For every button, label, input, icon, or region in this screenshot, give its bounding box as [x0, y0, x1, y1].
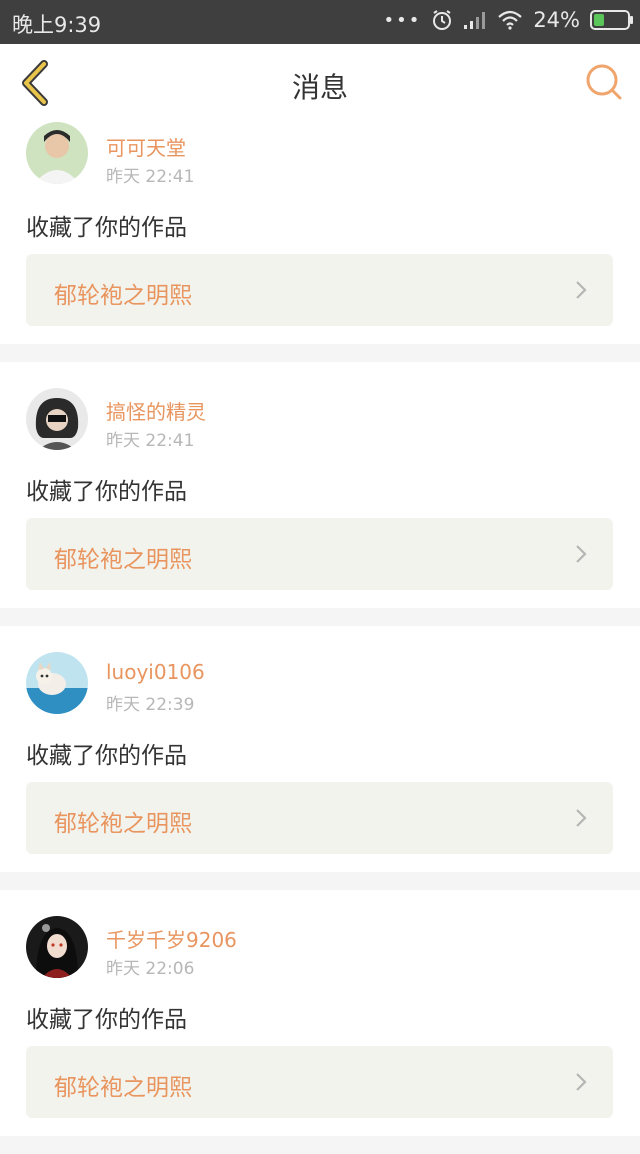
message-card: 搞怪的精灵 昨天 22:41 收藏了你的作品 郁轮袍之明熙: [0, 362, 640, 608]
status-time: 晚上9:39: [12, 13, 102, 37]
work-title: 郁轮袍之明熙: [54, 283, 192, 309]
alarm-icon: [433, 10, 452, 30]
avatar[interactable]: [26, 916, 88, 978]
chevron-right-icon: [576, 545, 587, 563]
work-link[interactable]: 郁轮袍之明熙: [26, 1046, 613, 1118]
page-title: 消息: [291, 71, 348, 104]
chevron-right-icon: [576, 1073, 587, 1091]
avatar[interactable]: [26, 388, 88, 450]
timestamp: 昨天 22:41: [106, 431, 195, 451]
navigation-bar: 消息: [0, 44, 640, 123]
message-card: 可可天堂 昨天 22:41 收藏了你的作品 郁轮袍之明熙: [0, 122, 640, 344]
message-card: luoyi0106 昨天 22:39 收藏了你的作品 郁轮袍之明熙: [0, 626, 640, 872]
message-list: 可可天堂 昨天 22:41 收藏了你的作品 郁轮袍之明熙 搞怪的精灵 昨天 22…: [0, 122, 640, 1154]
username[interactable]: 千岁千岁9206: [106, 924, 237, 953]
wifi-icon: [498, 10, 523, 30]
signal-icon: [464, 12, 486, 29]
avatar[interactable]: [26, 652, 88, 714]
work-title: 郁轮袍之明熙: [54, 1075, 192, 1101]
timestamp: 昨天 22:06: [106, 959, 195, 979]
chevron-right-icon: [576, 281, 587, 299]
battery-icon: [590, 10, 633, 30]
chevron-right-icon: [576, 809, 587, 827]
search-icon[interactable]: [584, 62, 624, 102]
work-link[interactable]: 郁轮袍之明熙: [26, 782, 613, 854]
username[interactable]: 可可天堂: [106, 132, 186, 161]
username[interactable]: 搞怪的精灵: [106, 396, 206, 425]
avatar[interactable]: [26, 122, 88, 184]
work-link[interactable]: 郁轮袍之明熙: [26, 254, 613, 326]
status-bar: 晚上9:39 ••• 24%: [0, 0, 640, 44]
timestamp: 昨天 22:39: [106, 695, 195, 715]
timestamp: 昨天 22:41: [106, 167, 195, 187]
work-title: 郁轮袍之明熙: [54, 547, 192, 573]
work-title: 郁轮袍之明熙: [54, 811, 192, 837]
action-text: 收藏了你的作品: [26, 215, 187, 241]
action-text: 收藏了你的作品: [26, 1007, 187, 1033]
action-text: 收藏了你的作品: [26, 479, 187, 505]
action-text: 收藏了你的作品: [26, 743, 187, 769]
battery-percent: 24%: [533, 8, 580, 32]
message-card: 千岁千岁9206 昨天 22:06 收藏了你的作品 郁轮袍之明熙: [0, 890, 640, 1136]
username[interactable]: luoyi0106: [106, 660, 205, 684]
signal-dots: •••: [383, 9, 422, 31]
work-link[interactable]: 郁轮袍之明熙: [26, 518, 613, 590]
status-icons: ••• 24%: [383, 8, 633, 32]
